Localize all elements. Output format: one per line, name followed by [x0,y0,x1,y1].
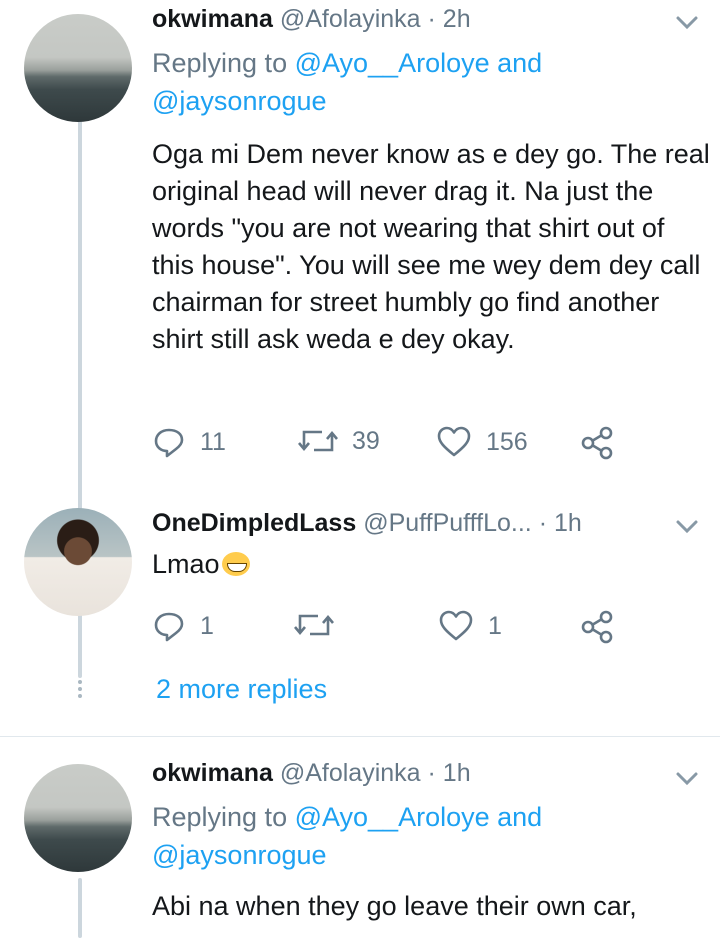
tweet-text: Lmao [152,546,712,583]
share-button[interactable] [580,426,614,460]
timestamp[interactable]: · 1h [539,509,582,537]
retweet-icon [294,614,334,636]
user-handle[interactable]: @PuffPufffLo... [363,509,532,537]
reply-count: 11 [200,427,226,456]
chevron-down-icon[interactable] [672,12,702,32]
retweet-button[interactable]: 39 [298,426,380,456]
tweet-text: Oga mi Dem never know as e dey go. The r… [152,139,710,354]
tweet-header: OneDimpledLass @PuffPufffLo... · 1h [152,508,582,538]
retweet-icon [298,430,338,452]
chevron-down-icon[interactable] [672,768,702,788]
display-name[interactable]: OneDimpledLass [152,509,356,537]
chevron-down-icon[interactable] [672,516,702,536]
avatar[interactable] [24,508,132,616]
like-button[interactable]: 156 [436,426,528,458]
user-handle[interactable]: @Afolayinka [280,759,421,787]
share-icon [581,426,613,460]
tweet-header: okwimana @Afolayinka · 2h [152,4,471,34]
replying-to-label: Replying to [152,48,295,78]
timestamp[interactable]: · 1h [428,759,471,787]
reply-button[interactable]: 11 [152,426,226,458]
user-handle[interactable]: @Afolayinka [280,5,421,33]
divider [0,736,720,737]
more-replies-link[interactable]: 2 more replies [156,674,327,705]
tweet-actions: 1 1 [152,610,672,650]
display-name[interactable]: okwimana [152,759,273,787]
reply-button[interactable]: 1 [152,610,214,642]
share-icon [581,610,613,644]
mention-link[interactable]: @jaysonrogue [152,86,327,116]
replying-to: Replying to @Ayo__Aroloye and @jaysonrog… [152,44,542,120]
reply-count: 1 [200,611,214,640]
heart-icon [437,426,471,457]
reply-icon [154,612,184,642]
mention-link[interactable]: @jaysonrogue [152,840,327,870]
mention-and: and [489,802,543,832]
retweet-count: 39 [352,426,380,455]
thread-dots [77,680,83,701]
mention-link[interactable]: @Ayo__Aroloye [295,48,490,78]
replying-to: Replying to @Ayo__Aroloye and @jaysonrog… [152,798,542,874]
avatar[interactable] [24,764,132,872]
tweet-text: Abi na when they go leave their own car, [152,891,637,921]
display-name[interactable]: okwimana [152,5,273,33]
timestamp[interactable]: · 2h [428,5,471,33]
tweet-header: okwimana @Afolayinka · 1h [152,758,471,788]
like-count: 1 [488,611,502,640]
like-button[interactable]: 1 [438,610,502,642]
retweet-button[interactable] [294,610,334,640]
like-count: 156 [486,427,528,456]
avatar[interactable] [24,14,132,122]
grinning-squinting-face-icon [221,552,250,576]
mention-link[interactable]: @Ayo__Aroloye [295,802,490,832]
thread-line [78,878,82,938]
reply-icon [154,428,184,458]
tweet-text-content: Lmao [152,549,220,579]
share-button[interactable] [580,610,614,644]
tweet-actions: 11 39 156 [152,426,672,466]
mention-and: and [489,48,543,78]
heart-icon [439,610,473,641]
replying-to-label: Replying to [152,802,295,832]
